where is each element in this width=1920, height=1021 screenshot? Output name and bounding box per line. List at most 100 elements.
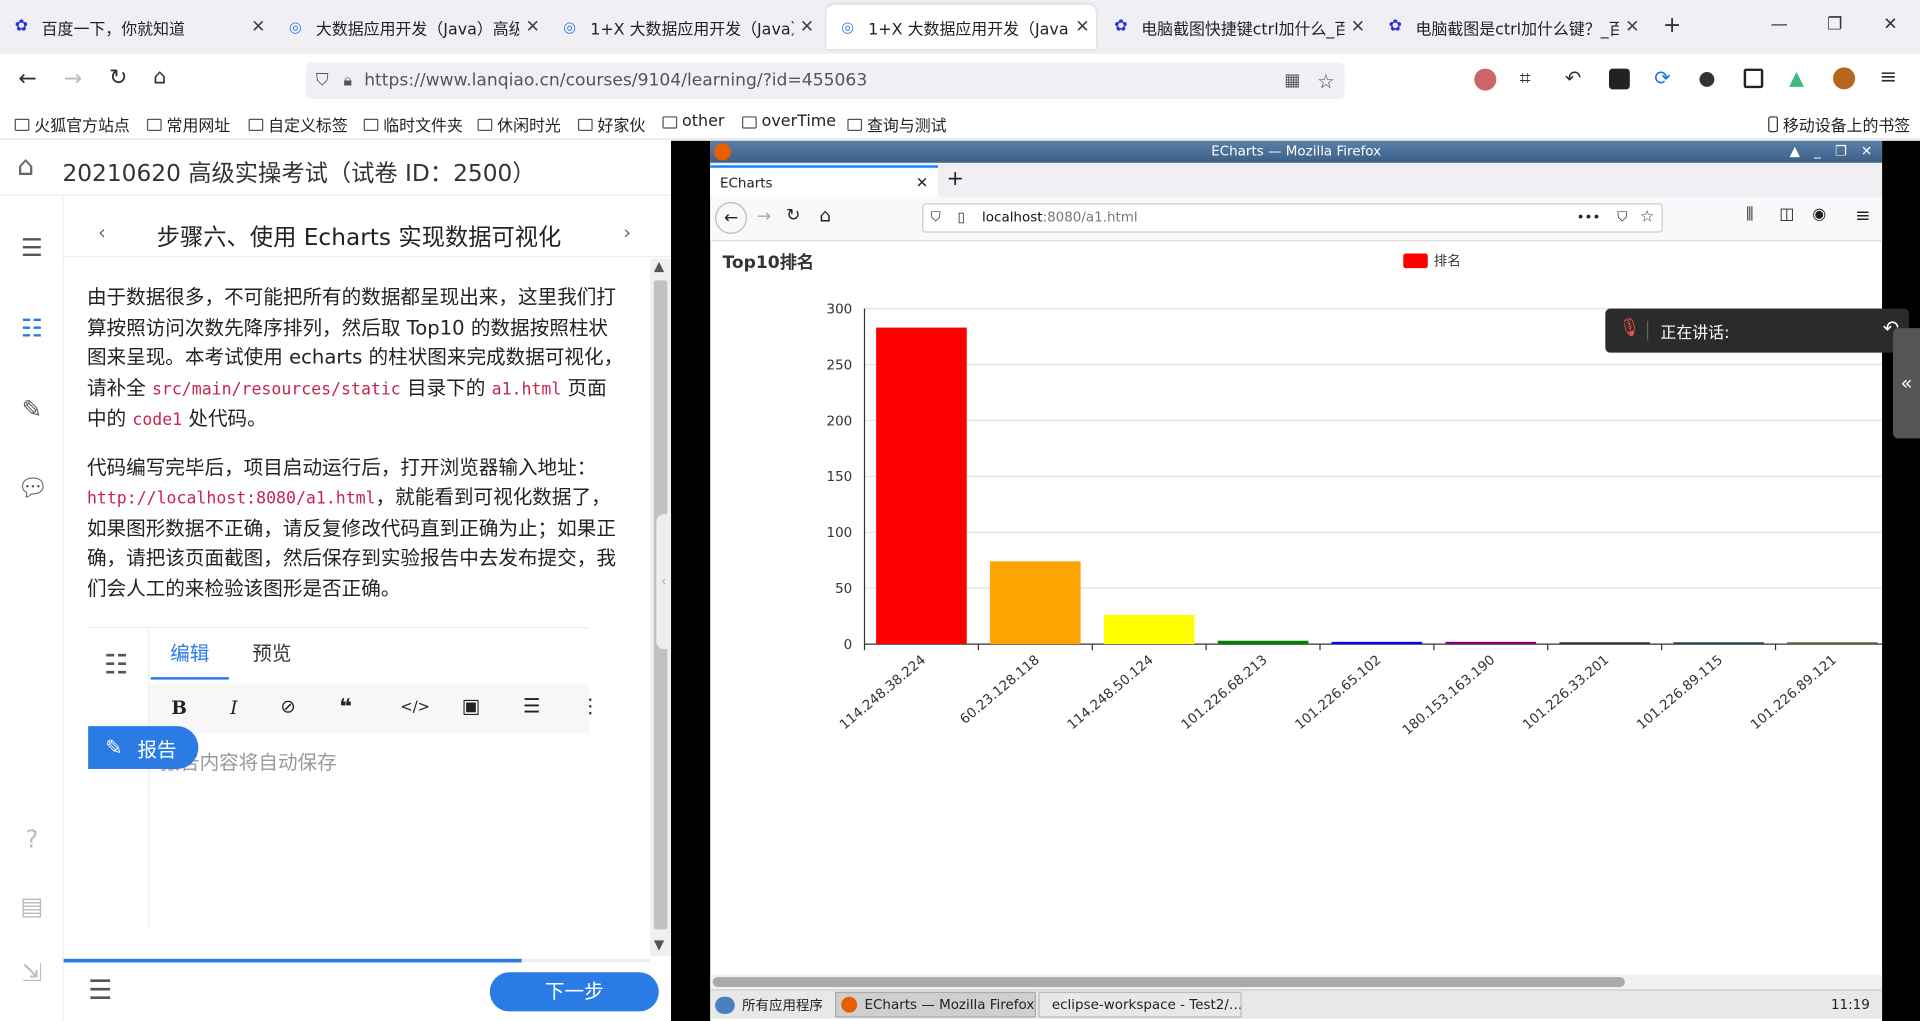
bookmark-folder[interactable]: 临时文件夹 (363, 113, 463, 136)
shield-icon[interactable]: ⛉ (316, 71, 329, 91)
bookmark-folder[interactable]: 常用网址 (146, 113, 230, 136)
tab-course-1[interactable]: ◎ 大数据应用开发（Java）高级证 ✕ (274, 5, 546, 49)
qr-icon[interactable]: ▦ (1284, 71, 1300, 91)
prev-step-icon[interactable]: ‹ (98, 220, 106, 243)
back-icon[interactable]: ← (715, 202, 747, 234)
menu-icon[interactable]: ≡ (1880, 65, 1897, 89)
taskbar-eclipse[interactable]: eclipse-workspace - Test2/… (1038, 991, 1242, 1018)
tab-baidu-search-2[interactable]: ✿ 电脑截图是ctrl加什么键？_百度 ✕ (1374, 5, 1646, 49)
forward-icon[interactable]: → (64, 66, 82, 92)
edit-icon[interactable]: ✎ (17, 394, 46, 423)
close-icon[interactable]: ✕ (793, 17, 820, 37)
bar[interactable] (1559, 642, 1651, 645)
new-tab-button[interactable]: + (1663, 12, 1681, 38)
close-icon[interactable]: ✕ (1069, 17, 1096, 37)
library-icon[interactable]: ⫼ (1746, 206, 1753, 224)
bold-icon[interactable]: B (171, 697, 187, 719)
tab-course-active[interactable]: ◎ 1+X 大数据应用开发（Java）实 ✕ (826, 4, 1096, 49)
tab-baidu-search-1[interactable]: ✿ 电脑截图快捷键ctrl加什么_百度 ✕ (1100, 5, 1372, 49)
bookmark-folder[interactable]: 休闲时光 (477, 113, 561, 136)
bar[interactable] (1445, 641, 1537, 645)
taskbar-firefox[interactable]: ECharts — Mozilla Firefox (835, 991, 1036, 1018)
list-icon[interactable]: ☷ (104, 650, 128, 681)
bar[interactable] (1217, 640, 1309, 645)
help-icon[interactable]: ? (17, 824, 46, 853)
close-icon[interactable]: ✕ (1619, 17, 1646, 37)
tab-baidu[interactable]: ✿ 百度一下，你就知道 ✕ (0, 5, 272, 49)
scroll-down-icon[interactable]: ▼ (654, 937, 664, 953)
minimize-button[interactable]: — (1771, 15, 1788, 35)
catalog-icon[interactable]: ☰ (17, 233, 46, 262)
link-icon[interactable]: ⊘ (280, 696, 295, 718)
quote-icon[interactable]: ❝ (339, 694, 352, 720)
bar[interactable] (1331, 641, 1423, 645)
bookmark-folder[interactable]: 好家伙 (577, 113, 645, 136)
undo-icon[interactable]: ↶ (1565, 66, 1581, 89)
close-icon[interactable]: ✕ (916, 174, 928, 191)
home-icon[interactable]: ⌂ (819, 204, 831, 226)
bar[interactable] (1787, 642, 1878, 645)
tab-preview[interactable]: 预览 (241, 628, 302, 679)
italic-icon[interactable]: I (230, 697, 237, 719)
apps-menu[interactable]: 所有应用程序 (715, 996, 823, 1016)
sync-icon[interactable]: ⟳ (1654, 66, 1670, 89)
crop-icon[interactable]: ⌗ (1520, 66, 1531, 90)
splitter-handle[interactable]: ‹ (656, 514, 672, 649)
forward-icon[interactable]: → (757, 207, 771, 227)
tab-course-2[interactable]: ◎ 1+X 大数据应用开发（Java）实 ✕ (549, 5, 821, 49)
avatar-icon[interactable] (1474, 68, 1497, 91)
steps-icon[interactable]: ☷ (17, 313, 46, 342)
bookmark-folder[interactable]: other (662, 113, 724, 131)
image-icon[interactable]: ▣ (462, 694, 481, 717)
home-icon[interactable]: ⌂ (17, 152, 34, 183)
lock-icon[interactable]: 🔒︎ (343, 72, 351, 90)
close-window-button[interactable]: ✕ (1883, 15, 1897, 35)
more-icon[interactable]: ••• (1577, 204, 1601, 231)
close-icon[interactable]: ✕ (245, 17, 272, 37)
bar[interactable] (1103, 615, 1195, 645)
menu-icon[interactable]: ≡ (1855, 204, 1870, 226)
bar[interactable] (1673, 642, 1764, 645)
scroll-up-icon[interactable]: ▲ (654, 258, 664, 274)
pocket-icon[interactable]: ⛉ (1617, 204, 1627, 231)
sidebar-icon[interactable]: ◫ (1779, 206, 1794, 224)
bar[interactable] (876, 327, 967, 645)
url-text[interactable]: https://www.lanqiao.cn/courses/9104/lear… (364, 71, 867, 91)
extension-icon[interactable] (1743, 68, 1764, 89)
inline-code[interactable]: http://localhost:8080/a1.html (87, 489, 376, 509)
more-icon[interactable]: ⋮ (580, 694, 600, 717)
shield-icon[interactable]: ⛉ (931, 204, 941, 231)
reload-icon[interactable]: ↻ (786, 206, 800, 226)
close-icon[interactable]: ✕ (519, 17, 546, 37)
mobile-bookmarks[interactable]: 移动设备上的书签 (1768, 113, 1910, 136)
bookmark-folder[interactable]: 自定义标签 (248, 113, 348, 136)
mic-muted-icon[interactable]: 🎙︎ (1619, 318, 1641, 338)
extension-icon[interactable]: ● (1698, 66, 1715, 89)
vm-window-controls[interactable]: ▲ _ ❐ ✕ (1790, 141, 1878, 163)
bar[interactable] (990, 561, 1081, 645)
next-step-icon[interactable]: › (623, 220, 631, 243)
menu-list-icon[interactable]: ☰ (88, 976, 112, 1007)
star-icon[interactable]: ☆ (1317, 69, 1335, 92)
close-icon[interactable]: ✕ (1345, 17, 1372, 37)
next-step-button[interactable]: 下一步 (489, 972, 659, 1012)
document-icon[interactable]: ▤ (17, 891, 46, 920)
legend-label[interactable]: 排名 (1434, 254, 1461, 270)
comment-icon[interactable]: 💬︎ (17, 473, 48, 502)
bookmark-folder[interactable]: 查询与测试 (847, 113, 947, 136)
legend-swatch[interactable] (1403, 253, 1428, 269)
tab-edit[interactable]: 编辑 (150, 628, 229, 680)
report-button[interactable]: ✎ 报告 (88, 726, 199, 769)
home-icon[interactable]: ⌂ (153, 65, 166, 89)
bookmark-folder[interactable]: 火狐官方站点 (14, 113, 130, 136)
new-tab-icon[interactable]: + (947, 167, 964, 191)
ordered-list-icon[interactable]: ☰ (523, 694, 541, 717)
side-collapse-button[interactable]: « (1893, 328, 1920, 439)
reload-icon[interactable]: ↻ (109, 65, 127, 91)
vm-url-bar[interactable]: ⛉ ▯ localhost:8080/a1.html ••• ⛉ ☆ (922, 203, 1663, 233)
vue-icon[interactable]: ▲ (1789, 66, 1804, 89)
url-bar[interactable]: ⛉ 🔒︎ https://www.lanqiao.cn/courses/9104… (306, 62, 1345, 100)
star-icon[interactable]: ☆ (1640, 204, 1654, 231)
back-icon[interactable]: ← (18, 66, 36, 92)
bookmark-folder[interactable]: overTime (742, 113, 836, 131)
